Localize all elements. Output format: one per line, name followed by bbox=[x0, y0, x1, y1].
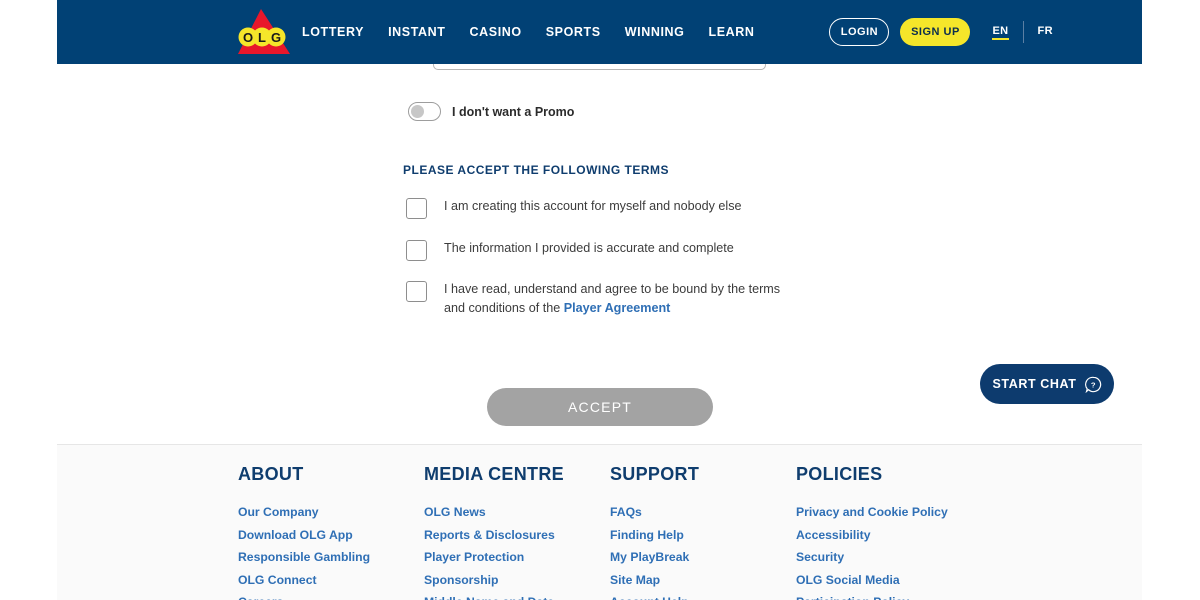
checkbox-info-accurate-label: The information I provided is accurate a… bbox=[444, 241, 734, 255]
footer-link-our-company[interactable]: Our Company bbox=[238, 501, 408, 524]
svg-text:O: O bbox=[243, 30, 253, 45]
toggle-knob bbox=[411, 105, 424, 118]
terms-heading: PLEASE ACCEPT THE FOLLOWING TERMS bbox=[403, 163, 670, 177]
site-canvas: O L G LOTTERY INSTANT CASINO SPORTS WINN… bbox=[57, 0, 1142, 600]
footer-column-media-centre: MEDIA CENTRE OLG News Reports & Disclosu… bbox=[424, 464, 610, 600]
footer-link-media-extra[interactable]: Middle Name and Date bbox=[424, 591, 594, 600]
site-header: O L G LOTTERY INSTANT CASINO SPORTS WINN… bbox=[57, 0, 1142, 64]
lang-fr[interactable]: FR bbox=[1038, 25, 1053, 40]
footer-title-about: ABOUT bbox=[238, 464, 304, 484]
footer-column-support: SUPPORT FAQs Finding Help My PlayBreak S… bbox=[610, 464, 796, 600]
footer-link-accessibility[interactable]: Accessibility bbox=[796, 524, 966, 547]
footer-link-social-media-policy[interactable]: OLG Social Media Participation Policy bbox=[796, 569, 966, 600]
checkbox-player-agreement-label: I have read, understand and agree to be … bbox=[444, 280, 794, 318]
footer-link-finding-help[interactable]: Finding Help bbox=[610, 524, 780, 547]
footer-link-careers[interactable]: Careers bbox=[238, 591, 408, 600]
svg-text:?: ? bbox=[1090, 380, 1095, 389]
nav-item-winning[interactable]: WINNING bbox=[625, 25, 685, 39]
language-switcher: EN FR bbox=[992, 21, 1053, 43]
terms-row-1: I am creating this account for myself an… bbox=[406, 197, 742, 219]
footer-link-reports-disclosures[interactable]: Reports & Disclosures bbox=[424, 524, 594, 547]
start-chat-button[interactable]: START CHAT ? bbox=[980, 364, 1114, 404]
checkbox-player-agreement[interactable] bbox=[406, 281, 427, 302]
footer-link-faqs[interactable]: FAQs bbox=[610, 501, 780, 524]
start-chat-label: START CHAT bbox=[992, 377, 1077, 391]
footer-link-responsible-gambling[interactable]: Responsible Gambling bbox=[238, 546, 408, 569]
footer-link-player-protection[interactable]: Player Protection bbox=[424, 546, 594, 569]
footer-link-my-playbreak[interactable]: My PlayBreak bbox=[610, 546, 780, 569]
terms-row-2: The information I provided is accurate a… bbox=[406, 239, 734, 261]
footer-link-site-map[interactable]: Site Map bbox=[610, 569, 780, 592]
login-button[interactable]: LOGIN bbox=[829, 18, 890, 46]
footer-link-support-extra[interactable]: Account Help bbox=[610, 591, 780, 600]
page-root: O L G LOTTERY INSTANT CASINO SPORTS WINN… bbox=[0, 0, 1200, 600]
no-promo-toggle-label: I don't want a Promo bbox=[452, 104, 575, 119]
footer-column-policies: POLICIES Privacy and Cookie Policy Acces… bbox=[796, 464, 982, 600]
footer-column-about: ABOUT Our Company Download OLG App Respo… bbox=[238, 464, 424, 600]
footer-link-olg-news[interactable]: OLG News bbox=[424, 501, 594, 524]
footer-link-download-olg-app[interactable]: Download OLG App bbox=[238, 524, 408, 547]
footer-link-sponsorship[interactable]: Sponsorship bbox=[424, 569, 594, 592]
accept-button[interactable]: ACCEPT bbox=[487, 388, 713, 426]
checkbox-own-account[interactable] bbox=[406, 198, 427, 219]
footer-link-security[interactable]: Security bbox=[796, 546, 966, 569]
nav-item-casino[interactable]: CASINO bbox=[470, 25, 522, 39]
nav-item-instant[interactable]: INSTANT bbox=[388, 25, 445, 39]
olg-logo[interactable]: O L G bbox=[232, 7, 292, 57]
checkbox-own-account-label: I am creating this account for myself an… bbox=[444, 199, 742, 213]
nav-item-learn[interactable]: LEARN bbox=[708, 25, 754, 39]
lang-divider bbox=[1022, 21, 1024, 43]
footer-title-support: SUPPORT bbox=[610, 464, 700, 484]
footer-title-policies: POLICIES bbox=[796, 464, 883, 484]
header-actions: LOGIN SIGN UP EN FR bbox=[829, 0, 1053, 64]
olg-logo-icon: O L G bbox=[238, 9, 290, 54]
no-promo-toggle[interactable] bbox=[408, 102, 441, 121]
footer-link-privacy-cookie-policy[interactable]: Privacy and Cookie Policy bbox=[796, 501, 966, 524]
signup-button[interactable]: SIGN UP bbox=[900, 18, 971, 46]
svg-text:G: G bbox=[271, 30, 281, 45]
footer-title-media-centre: MEDIA CENTRE bbox=[424, 464, 564, 484]
main-nav: LOTTERY INSTANT CASINO SPORTS WINNING LE… bbox=[302, 0, 755, 64]
promo-toggle-row: I don't want a Promo bbox=[408, 102, 574, 121]
nav-item-lottery[interactable]: LOTTERY bbox=[302, 25, 364, 39]
footer-columns: ABOUT Our Company Download OLG App Respo… bbox=[238, 464, 982, 600]
lang-en[interactable]: EN bbox=[992, 25, 1009, 40]
nav-item-sports[interactable]: SPORTS bbox=[546, 25, 601, 39]
checkbox-info-accurate[interactable] bbox=[406, 240, 427, 261]
site-footer: ABOUT Our Company Download OLG App Respo… bbox=[57, 444, 1142, 600]
chat-question-icon: ? bbox=[1084, 376, 1101, 393]
player-agreement-link[interactable]: Player Agreement bbox=[564, 301, 671, 315]
terms-row-3: I have read, understand and agree to be … bbox=[406, 280, 794, 318]
footer-link-olg-connect[interactable]: OLG Connect bbox=[238, 569, 408, 592]
svg-text:L: L bbox=[258, 30, 266, 45]
